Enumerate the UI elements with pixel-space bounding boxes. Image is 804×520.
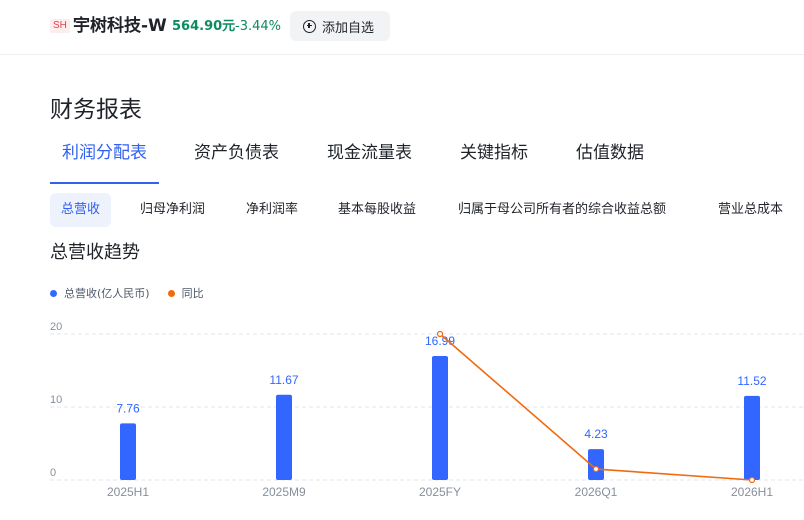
x-tick-label: 2025FY [419,485,461,499]
data-label: 4.23 [584,427,608,441]
x-tick-label: 2025H1 [107,485,149,499]
x-tick-label: 2025M9 [262,485,306,499]
bar-revenue[interactable] [432,355,448,480]
add-watchlist-button[interactable]: 添加自选 [290,11,390,41]
subtab-total-operating-cost[interactable]: 营业总成本 [718,193,783,227]
trend-title: 总营收趋势 [50,242,140,263]
legend-item-revenue[interactable]: 总营收(亿人民币) [50,285,150,301]
legend-item-yoy[interactable]: 同比 [167,285,204,301]
data-label: 7.76 [116,401,140,415]
data-label: 11.67 [269,373,298,387]
subtab-net-profit[interactable]: 归母净利润 [140,193,205,227]
legend-dot-yoy [167,289,175,297]
revenue-trend-chart: 010207.7611.6716.994.2311.522025H1 2025M9… [50,321,804,499]
bar-revenue[interactable] [276,394,292,480]
header-divider [0,54,804,55]
plus-circle-icon [303,19,316,33]
chart-legend: 总营收(亿人民币) 同比 [50,284,204,302]
section-title: 财务报表 [50,97,142,123]
stock-header: SH 宇树科技-W 564.90元 -3.44% 添加自选 [0,0,804,54]
legend-label-yoy: 同比 [181,287,204,300]
tab-income-statement[interactable]: 利润分配表 [50,140,159,184]
yoy-point[interactable] [748,476,756,484]
bar-revenue[interactable] [120,423,136,480]
bar-revenue[interactable] [744,395,760,480]
price-change: -3.44% [235,19,281,34]
stock-price: 564.90元 [172,19,236,34]
stock-name: 宇树科技-W [73,16,167,36]
x-tick-label: 2026Q1 [575,485,618,499]
tab-balance-sheet[interactable]: 资产负债表 [194,140,279,176]
y-tick-label: 10 [50,394,62,406]
subtab-comprehensive-income[interactable]: 归属于母公司所有者的综合收益总额 [458,193,666,227]
report-tabs: 利润分配表 资产负债表 现金流量表 关键指标 估值数据 [50,140,644,184]
tab-valuation[interactable]: 估值数据 [576,140,644,176]
legend-dot-revenue [50,289,57,297]
tab-key-metrics[interactable]: 关键指标 [460,140,528,176]
data-label: 11.52 [737,374,766,388]
yoy-point[interactable] [436,330,444,338]
add-watchlist-label: 添加自选 [322,20,375,36]
subtab-total-revenue[interactable]: 总营收 [50,193,112,227]
subtab-basic-eps[interactable]: 基本每股收益 [338,193,416,227]
legend-label-revenue: 总营收(亿人民币) [64,287,150,300]
exchange-badge: SH [50,19,70,33]
y-tick-label: 0 [50,467,56,479]
yoy-point[interactable] [592,465,600,473]
y-tick-label: 20 [50,321,62,333]
x-tick-label: 2026H1 [731,485,773,499]
subtab-net-margin[interactable]: 净利润率 [246,193,298,227]
tab-cash-flow[interactable]: 现金流量表 [327,140,412,176]
